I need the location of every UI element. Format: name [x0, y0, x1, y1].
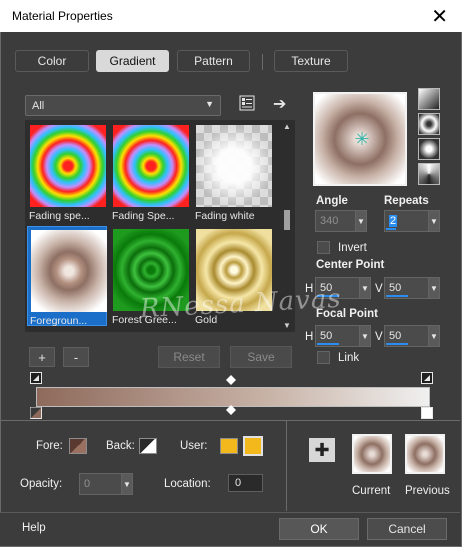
- rainbow-radial-icon: [113, 125, 189, 207]
- center-point-label: Center Point: [316, 259, 385, 271]
- rainbow-radial-icon: [30, 125, 106, 207]
- color-stop-bottom-left[interactable]: [30, 407, 42, 419]
- section-divider: [0, 420, 460, 421]
- chevron-down-icon[interactable]: ▼: [355, 211, 366, 231]
- category-value: All: [32, 100, 45, 112]
- chevron-down-icon[interactable]: ▼: [428, 278, 439, 298]
- tab-gradient[interactable]: Gradient: [96, 50, 169, 72]
- chevron-down-icon[interactable]: ▼: [121, 474, 132, 494]
- center-point-icon[interactable]: ✳: [353, 130, 371, 148]
- opacity-label: Opacity:: [20, 478, 63, 490]
- section-divider-vertical: [286, 421, 287, 511]
- previous-label: Previous: [405, 485, 450, 497]
- user-swatch[interactable]: [220, 438, 238, 454]
- tab-color[interactable]: Color: [15, 50, 89, 72]
- focal-v-value: 50: [389, 330, 402, 342]
- chevron-down-icon[interactable]: ▼: [428, 326, 439, 346]
- link-checkbox[interactable]: [317, 351, 330, 364]
- thumbnail-label: Foregroun...: [30, 315, 88, 327]
- link-label: Link: [338, 352, 360, 364]
- thumbnail-label: Fading white: [195, 210, 255, 222]
- color-stop-bottom-right[interactable]: [421, 407, 433, 419]
- angle-value: 340: [320, 215, 339, 227]
- focal-h-value: 50: [320, 330, 333, 342]
- category-dropdown[interactable]: All ▼: [25, 95, 221, 116]
- location-value: 0: [235, 477, 242, 489]
- tab-pattern[interactable]: Pattern: [177, 50, 250, 72]
- fore-label: Fore:: [36, 440, 63, 452]
- user-label: User:: [180, 440, 208, 452]
- current-preview[interactable]: [352, 434, 392, 474]
- midpoint-marker-bottom[interactable]: [226, 405, 236, 415]
- gradient-preview-bar[interactable]: [36, 387, 430, 407]
- thumbnail-item[interactable]: Fading spe...: [27, 122, 107, 222]
- location-field[interactable]: 0: [228, 474, 263, 492]
- thumbnail-label: Fading spe...: [29, 210, 90, 222]
- chevron-down-icon[interactable]: ▼: [359, 326, 370, 346]
- fore-swatch[interactable]: [69, 438, 87, 454]
- tab-separator: [262, 54, 263, 70]
- opacity-spinner[interactable]: 0 ▼: [79, 473, 133, 495]
- focal-v-label: V: [375, 331, 383, 343]
- previous-preview[interactable]: [405, 434, 445, 474]
- repeats-label: Repeats: [384, 195, 429, 207]
- remove-gradient-button[interactable]: -: [63, 347, 89, 367]
- focal-v-level: [386, 343, 408, 345]
- color-stop-top-right[interactable]: [421, 372, 433, 384]
- cancel-button[interactable]: Cancel: [367, 518, 447, 540]
- chevron-down-icon: ▼: [205, 99, 214, 109]
- linear-style-icon[interactable]: [418, 88, 440, 110]
- checker-fade-icon: [196, 125, 272, 207]
- back-label: Back:: [106, 440, 135, 452]
- thumbnail-label: Fading Spe...: [112, 210, 175, 222]
- tab-texture[interactable]: Texture: [274, 50, 348, 72]
- invert-label: Invert: [338, 242, 367, 254]
- gradient-preview[interactable]: ✳: [313, 92, 407, 186]
- center-v-level: [386, 295, 408, 297]
- user-swatch-large[interactable]: [243, 436, 263, 456]
- add-gradient-button[interactable]: +: [29, 347, 55, 367]
- location-label: Location:: [164, 478, 211, 490]
- focal-h-level: [317, 343, 339, 345]
- help-link[interactable]: Help: [22, 522, 46, 534]
- scrollbar-thumb[interactable]: [284, 210, 290, 230]
- save-button[interactable]: Save: [230, 346, 292, 368]
- current-label: Current: [352, 485, 391, 497]
- focal-h-label: H: [305, 331, 314, 343]
- thumbnail-item-selected[interactable]: Foregroun...: [27, 226, 107, 327]
- focal-h-spinner[interactable]: 50 ▼: [315, 325, 371, 347]
- repeats-value: 2: [389, 215, 398, 227]
- color-stop-top-left[interactable]: [30, 372, 42, 384]
- repeats-spinner[interactable]: 2 ▼: [384, 210, 440, 232]
- back-swatch[interactable]: [139, 438, 157, 454]
- opacity-value: 0: [84, 478, 91, 490]
- thumbnail-item[interactable]: Fading Spe...: [110, 122, 190, 222]
- list-view-icon[interactable]: [239, 95, 255, 114]
- thumbnail-item[interactable]: Fading white: [193, 122, 273, 222]
- midpoint-marker-top[interactable]: [226, 375, 236, 385]
- reset-button[interactable]: Reset: [158, 346, 220, 368]
- arrow-right-icon[interactable]: ➔: [273, 94, 286, 114]
- invert-checkbox[interactable]: [317, 241, 330, 254]
- chevron-down-icon[interactable]: ▼: [428, 211, 439, 231]
- center-v-spinner[interactable]: 50 ▼: [384, 277, 440, 299]
- brown-radial-icon: [31, 230, 107, 312]
- radial-style-icon[interactable]: [418, 163, 440, 185]
- angle-spinner[interactable]: 340 ▼: [315, 210, 367, 232]
- focal-v-spinner[interactable]: 50 ▼: [384, 325, 440, 347]
- title-bar: Material Properties ✕: [0, 0, 462, 32]
- close-icon[interactable]: ✕: [431, 4, 448, 29]
- sunburst-style-icon[interactable]: [418, 138, 440, 160]
- rectangular-style-icon[interactable]: [418, 113, 440, 135]
- window-title: Material Properties: [12, 9, 113, 23]
- ok-button[interactable]: OK: [279, 518, 359, 540]
- center-v-value: 50: [389, 282, 402, 294]
- scroll-up-icon[interactable]: ▲: [283, 122, 291, 131]
- repeats-level: [386, 228, 396, 230]
- angle-label: Angle: [316, 195, 348, 207]
- add-to-swatches-button[interactable]: ✚: [309, 438, 335, 462]
